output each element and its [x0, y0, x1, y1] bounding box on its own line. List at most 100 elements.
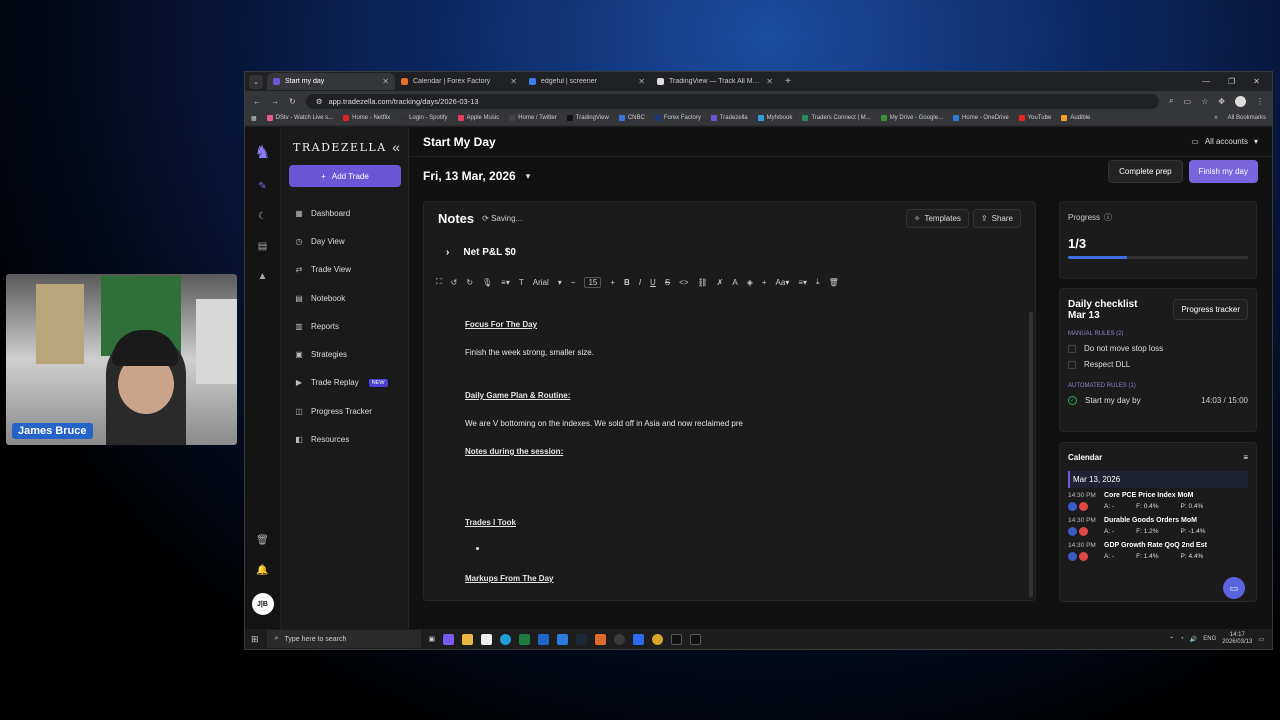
apps-icon[interactable]: ▦	[251, 115, 257, 122]
tradingview-icon[interactable]	[671, 633, 683, 645]
bookmark-item[interactable]: YouTube	[1018, 115, 1051, 121]
info-icon[interactable]: ⓘ	[1104, 212, 1112, 223]
reload-icon[interactable]: ↻	[289, 97, 296, 106]
font-size[interactable]: 15	[584, 276, 602, 288]
edge-icon[interactable]	[500, 633, 512, 645]
accounts-selector[interactable]: ▭ All accounts ▾	[1191, 137, 1258, 146]
tab-search-icon[interactable]: ⌄	[249, 74, 263, 89]
more-bookmarks-icon[interactable]: »	[1214, 115, 1217, 121]
calendar-event[interactable]: 14:30 PM Core PCE Price Index MoM A: - F: 0…	[1068, 492, 1248, 511]
net-pnl-row[interactable]: › Net P&L $0	[424, 234, 1035, 270]
case-icon[interactable]: Aa▾	[776, 278, 790, 287]
highlight-icon[interactable]: ◈	[747, 278, 753, 287]
app-icon[interactable]	[595, 633, 607, 645]
strikethrough-icon[interactable]: S	[665, 278, 670, 287]
share-button[interactable]: ⇪ Share	[972, 208, 1021, 228]
volume-icon[interactable]: 🔊	[1190, 636, 1197, 643]
italic-icon[interactable]: I	[639, 278, 641, 287]
close-tab-icon[interactable]: ✕	[382, 77, 389, 86]
bell-icon[interactable]: 🔔	[256, 563, 270, 577]
link-icon[interactable]: ⛓	[698, 278, 708, 287]
bookmark-item[interactable]: Traders Connect | M...	[802, 115, 871, 121]
clock[interactable]: 14:17 2026/03/13	[1222, 632, 1252, 646]
close-window-icon[interactable]: ✕	[1253, 77, 1260, 86]
close-tab-icon[interactable]: ✕	[510, 77, 517, 86]
mic-icon[interactable]: 🎙	[482, 278, 492, 287]
trash-icon[interactable]: 🗑	[256, 533, 270, 547]
forward-icon[interactable]: →	[271, 97, 279, 106]
sidebar-item-reports[interactable]: ▥ Reports	[289, 312, 400, 340]
site-info-icon[interactable]: ⚙	[316, 97, 323, 106]
bookmark-item[interactable]: Audible	[1061, 115, 1090, 121]
zoom-icon[interactable]: ⌕	[1169, 96, 1173, 106]
add-trade-button[interactable]: + Add Trade	[289, 165, 401, 187]
language[interactable]: ENG	[1203, 636, 1216, 642]
browser-tab[interactable]: Calendar | Forex Factory ✕	[395, 73, 523, 90]
fullscreen-icon[interactable]: ⛶	[436, 277, 442, 287]
bold-icon[interactable]: B	[624, 278, 630, 287]
bookmark-item[interactable]: CNBC	[618, 115, 645, 121]
checkbox[interactable]	[1068, 344, 1076, 353]
close-tab-icon[interactable]: ✕	[638, 77, 645, 86]
sidebar-item-progress-tracker[interactable]: ◫ Progress Tracker	[289, 397, 400, 425]
sidebar-item-strategies[interactable]: ▣ Strategies	[289, 340, 400, 368]
all-bookmarks[interactable]: All Bookmarks	[1228, 115, 1266, 121]
notifications-icon[interactable]: ▭	[1258, 636, 1264, 643]
back-icon[interactable]: ←	[253, 97, 261, 106]
manual-rule[interactable]: Do not move stop loss	[1068, 344, 1248, 353]
extensions-icon[interactable]: ✥	[1218, 97, 1225, 106]
bookmark-item[interactable]: Tradezella	[710, 115, 748, 121]
copilot-icon[interactable]	[443, 633, 455, 645]
browser-tab[interactable]: edgeful | screener ✕	[523, 73, 651, 90]
collapse-icon[interactable]: «	[392, 139, 400, 155]
calendar-app-icon[interactable]	[481, 633, 493, 645]
edit-icon[interactable]: ✎	[256, 179, 270, 193]
url-field[interactable]: ⚙ app.tradezella.com/tracking/days/2026-…	[305, 93, 1160, 109]
bookmark-item[interactable]: My Drive - Google...	[880, 115, 943, 121]
bookmark-item[interactable]: Apple Music	[457, 115, 499, 121]
accounts-icon[interactable]: ▤	[256, 239, 270, 253]
checkbox[interactable]	[1068, 360, 1076, 369]
font-size-minus[interactable]: −	[571, 278, 576, 287]
file-explorer-icon[interactable]	[462, 633, 474, 645]
text-color-icon[interactable]: A	[732, 278, 737, 287]
chevron-up-icon[interactable]: ⌃	[1169, 636, 1174, 643]
cast-icon[interactable]: ▭	[1184, 97, 1192, 106]
redo-icon[interactable]: ↻	[466, 278, 473, 287]
sidebar-item-dashboard[interactable]: ▦ Dashboard	[289, 199, 400, 227]
bookmark-item[interactable]: Login - Spotify	[400, 115, 448, 121]
progress-tracker-button[interactable]: Progress tracker	[1173, 299, 1248, 320]
bookmark-item[interactable]: TradingView	[566, 115, 609, 121]
new-tab-button[interactable]: +	[785, 76, 791, 87]
tradezella-logo-icon[interactable]: ♞	[253, 141, 273, 163]
profile-icon[interactable]	[1235, 95, 1246, 107]
minimize-icon[interactable]: —	[1202, 77, 1210, 86]
date-selector[interactable]: Fri, 13 Mar, 2026 ▾	[423, 169, 530, 183]
underline-icon[interactable]: U	[650, 278, 656, 287]
complete-prep-button[interactable]: Complete prep	[1108, 160, 1183, 183]
avatar[interactable]: J|B	[251, 593, 274, 615]
chrome-icon[interactable]	[652, 633, 664, 645]
app-icon[interactable]	[690, 633, 702, 645]
templates-button[interactable]: ✧ Templates	[905, 208, 969, 228]
zoom-app-icon[interactable]	[633, 633, 645, 645]
moon-icon[interactable]: ☾	[256, 209, 270, 223]
chrome-icon[interactable]	[614, 633, 626, 645]
windows-start-icon[interactable]: ⊞	[251, 634, 259, 645]
bookmark-star-icon[interactable]: ☆	[1201, 97, 1208, 106]
notes-editor[interactable]: Focus For The Day Finish the week strong…	[424, 312, 1027, 600]
sidebar-item-day-view[interactable]: ◷ Day View	[289, 227, 400, 255]
calendar-event[interactable]: 14:30 PM GDP Growth Rate QoQ 2nd Est A: - F…	[1068, 542, 1248, 561]
bookmark-item[interactable]: Myfxbook	[757, 115, 792, 121]
paragraph-icon[interactable]: ≡▾	[501, 278, 510, 287]
editor-scrollbar[interactable]	[1029, 312, 1033, 597]
browser-tab[interactable]: Start my day ✕	[267, 73, 395, 90]
education-icon[interactable]: ▲	[256, 269, 270, 283]
font-family[interactable]: Arial	[533, 278, 549, 287]
outlook-icon[interactable]	[538, 633, 550, 645]
close-tab-icon[interactable]: ✕	[766, 77, 773, 86]
bookmark-item[interactable]: Home - OneDrive	[953, 115, 1009, 121]
chat-icon[interactable]: ▭	[1223, 577, 1245, 599]
task-view-icon[interactable]: ▣	[429, 635, 436, 643]
font-icon[interactable]: T	[519, 278, 524, 287]
